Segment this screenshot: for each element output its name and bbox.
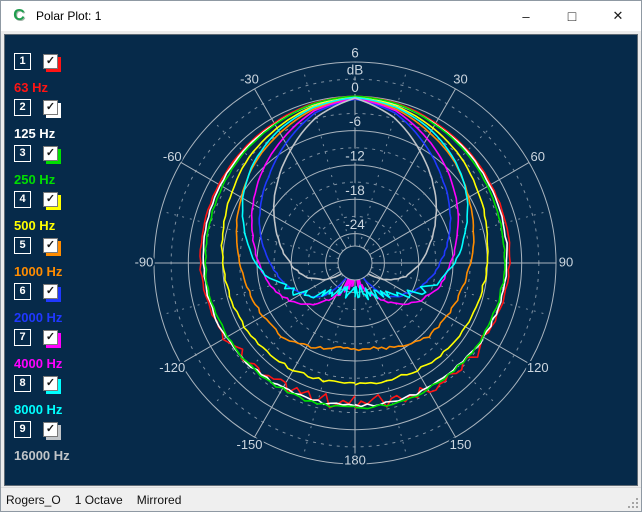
polar-plot-panel: 6 dB 0 -6 -12 -18 -24 -30 30 -60 60 -90 90 -120 120 -15… [4, 34, 638, 486]
grid-spoke [303, 69, 351, 247]
legend-frequency-label: 500 Hz [14, 218, 110, 233]
legend-frequency-label: 8000 Hz [14, 402, 110, 417]
legend-checkbox[interactable]: ✓ [43, 146, 58, 161]
angle-label: -60 [163, 149, 182, 164]
angle-label: 180 [344, 452, 366, 467]
legend-frequency-label: 2000 Hz [14, 310, 110, 325]
legend-number-box: 6 [14, 283, 31, 300]
legend-item: 3 ✓ 250 Hz [14, 145, 110, 191]
legend-item: 1 ✓ 63 Hz [14, 53, 110, 99]
polar-plot-window: C Polar Plot: 1 – □ ✕ 6 dB 0 -6 -12 -18 -24 -30… [0, 0, 642, 512]
angle-label: -120 [159, 360, 185, 375]
db-axis-label: 0 [351, 80, 359, 95]
window-title: Polar Plot: 1 [36, 9, 101, 23]
legend-frequency-label: 1000 Hz [14, 264, 110, 279]
legend-checkbox[interactable]: ✓ [43, 422, 58, 437]
legend-number-box: 9 [14, 421, 31, 438]
legend-frequency-label: 250 Hz [14, 172, 110, 187]
legend-frequency-label: 125 Hz [14, 126, 110, 141]
angle-label: 60 [530, 149, 544, 164]
legend-item: 8 ✓ 8000 Hz [14, 375, 110, 421]
angle-label: 90 [559, 254, 573, 269]
grid-spoke [359, 279, 407, 457]
legend-checkbox[interactable]: ✓ [43, 100, 58, 115]
grid-spoke [254, 278, 346, 437]
curve-legend: 1 ✓ 63 Hz 2 ✓ 125 Hz 3 ✓ 250 Hz 4 ✓ 500 Hz 5 ✓ 1000 Hz… [14, 53, 110, 467]
legend-checkbox[interactable]: ✓ [43, 54, 58, 69]
legend-number-box: 8 [14, 375, 31, 392]
app-icon: C [10, 7, 28, 25]
status-smoothing: 1 Octave [75, 493, 123, 507]
legend-frequency-label: 4000 Hz [14, 356, 110, 371]
grid-spoke [359, 69, 407, 247]
angle-label: 120 [527, 360, 549, 375]
resize-grip-icon[interactable] [636, 506, 638, 508]
close-button[interactable]: ✕ [595, 1, 641, 31]
db-axis-label: -12 [345, 149, 365, 164]
maximize-button[interactable]: □ [549, 1, 595, 31]
legend-number-box: 5 [14, 237, 31, 254]
legend-checkbox[interactable]: ✓ [43, 238, 58, 253]
status-bar: Rogers_O 1 Octave Mirrored [1, 487, 641, 511]
legend-item: 4 ✓ 500 Hz [14, 191, 110, 237]
legend-number-box: 2 [14, 99, 31, 116]
caption-buttons: – □ ✕ [503, 1, 641, 31]
legend-item: 2 ✓ 125 Hz [14, 99, 110, 145]
db-axis-label: 6 [351, 46, 359, 61]
legend-number-box: 4 [14, 191, 31, 208]
grid-spoke [303, 279, 351, 457]
db-axis-label: -18 [345, 183, 365, 198]
grid-spoke [213, 121, 343, 251]
maximize-icon: □ [568, 8, 576, 24]
legend-number-box: 7 [14, 329, 31, 346]
legend-checkbox[interactable]: ✓ [43, 192, 58, 207]
legend-frequency-label: 16000 Hz [14, 448, 110, 463]
grid-spoke [364, 278, 456, 437]
db-axis-label: -6 [349, 114, 361, 129]
db-axis-label: -24 [345, 217, 365, 232]
minimize-icon: – [522, 9, 529, 24]
legend-frequency-label: 63 Hz [14, 80, 110, 95]
db-axis-label: dB [347, 63, 364, 78]
legend-number-box: 3 [14, 145, 31, 162]
angle-label: 150 [450, 437, 472, 452]
title-bar[interactable]: C Polar Plot: 1 – □ ✕ [1, 1, 641, 31]
client-area: 6 dB 0 -6 -12 -18 -24 -30 30 -60 60 -90 90 -120 120 -15… [1, 31, 641, 489]
grid-spoke [181, 272, 340, 364]
status-measurement-name: Rogers_O [6, 493, 61, 507]
close-icon: ✕ [613, 8, 624, 24]
legend-item: 9 ✓ 16000 Hz [14, 421, 110, 467]
angle-label: 30 [453, 72, 467, 87]
grid-spoke [367, 121, 497, 251]
legend-checkbox[interactable]: ✓ [43, 330, 58, 345]
legend-item: 6 ✓ 2000 Hz [14, 283, 110, 329]
legend-checkbox[interactable]: ✓ [43, 376, 58, 391]
legend-checkbox[interactable]: ✓ [43, 284, 58, 299]
legend-item: 7 ✓ 4000 Hz [14, 329, 110, 375]
angle-label: -90 [135, 254, 154, 269]
grid-spoke [370, 272, 529, 364]
center-hole [338, 246, 372, 280]
legend-number-box: 1 [14, 53, 31, 70]
angle-label: -30 [240, 72, 259, 87]
legend-item: 5 ✓ 1000 Hz [14, 237, 110, 283]
status-mirrored: Mirrored [137, 493, 182, 507]
angle-label: -150 [236, 437, 262, 452]
minimize-button[interactable]: – [503, 1, 549, 31]
